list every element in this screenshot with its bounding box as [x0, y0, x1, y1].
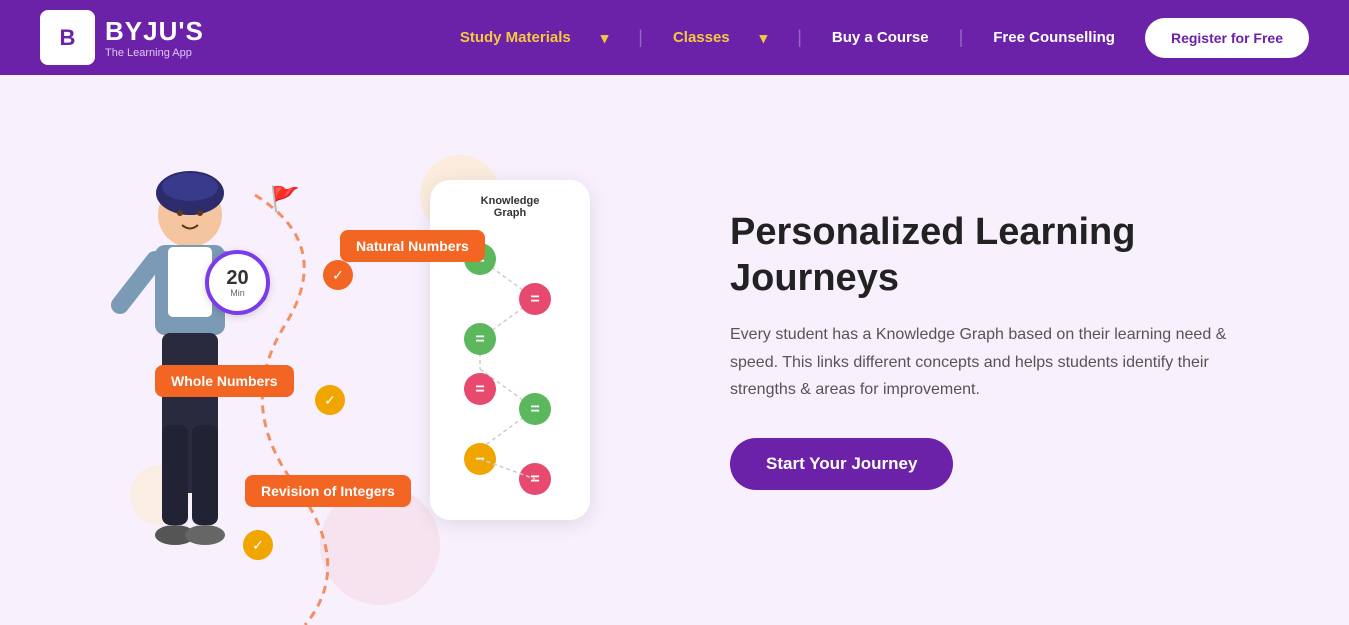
brand-name: BYJU'S [105, 16, 204, 47]
logo-area: B BYJU'S The Learning App [40, 10, 204, 65]
nav-separator-1: | [638, 27, 643, 48]
nav-free-counselling[interactable]: Free Counselling [993, 29, 1115, 46]
timer-number: 20 [226, 268, 248, 288]
logo-text-block: BYJU'S The Learning App [105, 16, 204, 59]
flag-icon: 🚩 [270, 185, 300, 214]
register-button[interactable]: Register for Free [1145, 18, 1309, 58]
badge-whole-numbers: Whole Numbers [155, 365, 294, 397]
nav-study-materials[interactable]: Study Materials [460, 29, 571, 46]
nav-buy-course[interactable]: Buy a Course [832, 29, 929, 46]
chevron-down-icon-2: ▾ [760, 29, 768, 47]
right-content-area: Personalized Learning Journeys Every stu… [650, 150, 1349, 550]
start-journey-button[interactable]: Start Your Journey [730, 438, 953, 490]
page-title: Personalized Learning Journeys [730, 210, 1269, 301]
logo-symbol: B [60, 25, 76, 51]
timer-circle: 20 Min [205, 250, 270, 315]
badge-natural-numbers: Natural Numbers [340, 230, 485, 262]
timer-unit: Min [230, 288, 245, 298]
check-circle-1: ✓ [323, 260, 353, 290]
check-circle-2: ✓ [315, 385, 345, 415]
nav-separator-2: | [797, 27, 802, 48]
section-description: Every student has a Knowledge Graph base… [730, 321, 1230, 403]
illustration-area: 🚩 ✓ ✓ ✓ 20 Min Natural Numbers Whole Num… [0, 75, 650, 625]
chevron-down-icon: ▾ [601, 29, 609, 47]
check-circle-3: ✓ [243, 530, 273, 560]
logo-icon: B [40, 10, 95, 65]
badge-revision-of-integers: Revision of Integers [245, 475, 411, 507]
brand-tagline: The Learning App [105, 47, 204, 59]
main-nav: Study Materials ▾ | Classes ▾ | Buy a Co… [460, 18, 1309, 58]
nav-separator-3: | [959, 27, 964, 48]
header: B BYJU'S The Learning App Study Material… [0, 0, 1349, 75]
nav-classes[interactable]: Classes [673, 29, 730, 46]
main-content: 🚩 ✓ ✓ ✓ 20 Min Natural Numbers Whole Num… [0, 75, 1349, 625]
